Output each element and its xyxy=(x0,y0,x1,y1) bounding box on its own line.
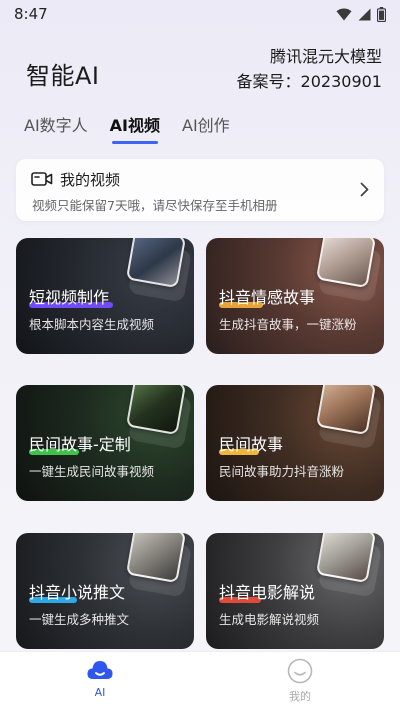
feature-card-folk-story-custom[interactable]: 民间故事-定制 一键生成民间故事视频 xyxy=(16,385,194,501)
cloud-icon xyxy=(87,661,113,679)
status-time: 8:47 xyxy=(14,5,48,23)
nav-item-ai[interactable]: AI xyxy=(70,658,130,699)
nav-label-ai: AI xyxy=(94,686,106,699)
battery-icon xyxy=(377,6,386,22)
app-title: 智能AI xyxy=(26,62,100,90)
card-title: 抖音电影解说 xyxy=(219,583,316,602)
card-subtitle: 生成电影解说视频 xyxy=(219,612,320,627)
video-camera-icon xyxy=(31,172,53,186)
card-title: 民间故事-定制 xyxy=(29,435,131,454)
card-subtitle: 一键生成民间故事视频 xyxy=(29,464,155,479)
card-title: 抖音小说推文 xyxy=(29,583,126,602)
feature-card-douyin-movie-commentary[interactable]: 抖音电影解说 生成电影解说视频 xyxy=(206,533,384,649)
card-thumbnail xyxy=(315,533,377,584)
my-video-subtitle: 视频只能保留7天哦，请尽快保存至手机相册 xyxy=(32,198,278,213)
tab-ai-creation[interactable]: AI创作 xyxy=(182,112,230,144)
card-title: 抖音情感故事 xyxy=(219,288,316,307)
card-thumbnail xyxy=(315,385,377,436)
card-subtitle: 生成抖音故事，一键涨粉 xyxy=(219,317,357,332)
feature-card-short-video[interactable]: 短视频制作 根本脚本内容生成视频 xyxy=(16,238,194,354)
card-thumbnail xyxy=(125,385,187,436)
model-info: 腾讯混元大模型 备案号：20230901 xyxy=(237,44,382,94)
card-subtitle: 一键生成多种推文 xyxy=(29,612,130,627)
cellular-signal-icon xyxy=(358,8,371,20)
bottom-nav: AI 我的 xyxy=(0,651,400,711)
card-thumbnail xyxy=(125,533,187,584)
nav-item-mine[interactable]: 我的 xyxy=(270,658,330,704)
card-title: 民间故事 xyxy=(219,435,284,454)
my-video-title: 我的视频 xyxy=(60,171,121,189)
feature-card-douyin-novel-post[interactable]: 抖音小说推文 一键生成多种推文 xyxy=(16,533,194,649)
feature-card-douyin-emotion-story[interactable]: 抖音情感故事 生成抖音故事，一键涨粉 xyxy=(206,238,384,354)
card-thumbnail xyxy=(315,238,377,289)
tab-ai-video[interactable]: AI视频 xyxy=(110,112,160,144)
smiley-icon xyxy=(287,658,313,684)
chevron-right-icon xyxy=(360,182,369,197)
card-thumbnail xyxy=(125,238,187,289)
category-tabs: AI数字人 AI视频 AI创作 xyxy=(24,112,230,144)
wifi-icon xyxy=(336,8,352,20)
card-title: 短视频制作 xyxy=(29,288,110,307)
status-bar: 8:47 xyxy=(0,0,400,28)
status-icons xyxy=(336,6,386,22)
feature-card-folk-story[interactable]: 民间故事 民间故事助力抖音涨粉 xyxy=(206,385,384,501)
model-name: 腾讯混元大模型 xyxy=(269,47,382,66)
card-subtitle: 根本脚本内容生成视频 xyxy=(29,317,155,332)
nav-label-mine: 我的 xyxy=(289,690,311,703)
my-video-card[interactable]: 我的视频 视频只能保留7天哦，请尽快保存至手机相册 xyxy=(16,159,384,221)
filing-number: 备案号：20230901 xyxy=(236,72,382,91)
card-subtitle: 民间故事助力抖音涨粉 xyxy=(219,464,345,479)
tab-ai-digital-human[interactable]: AI数字人 xyxy=(24,112,88,144)
